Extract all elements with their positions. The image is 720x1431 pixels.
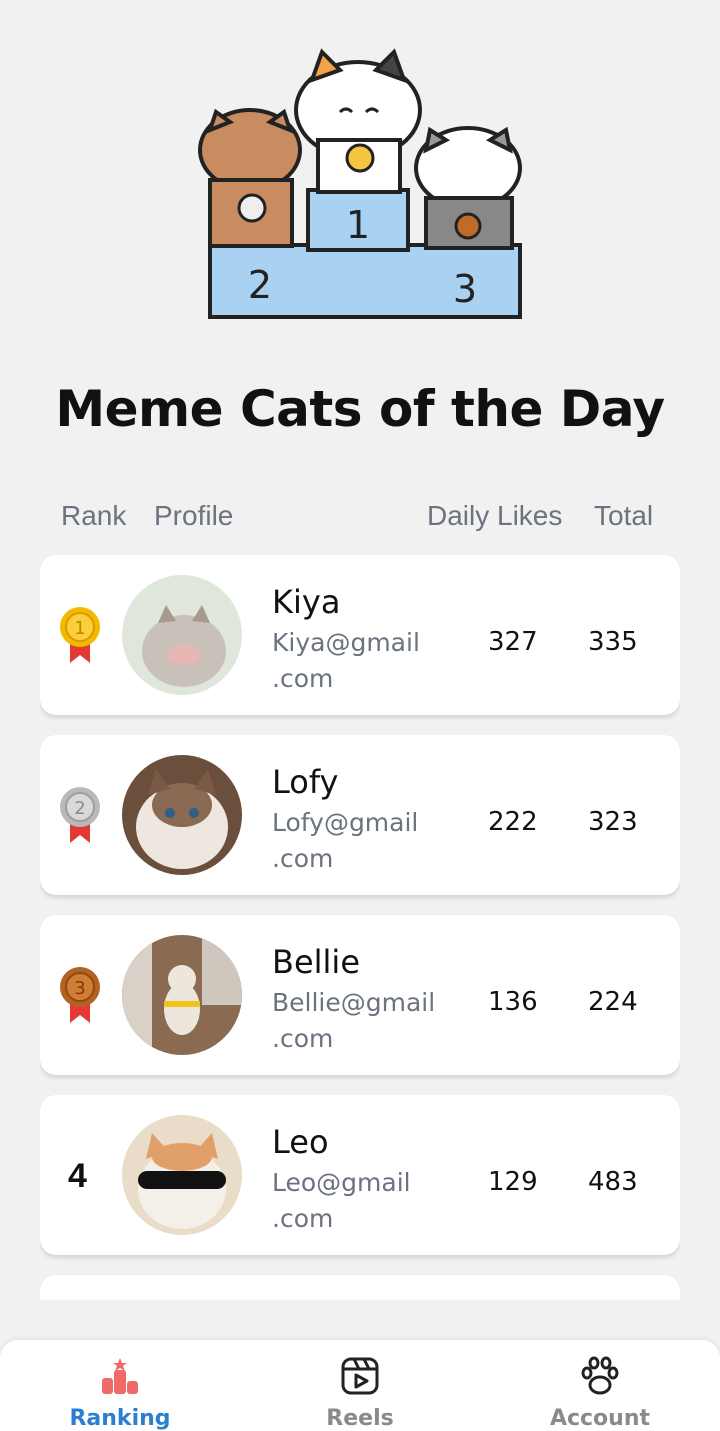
column-header-profile: Profile (154, 500, 234, 531)
ranking-row[interactable]: 4 Leo Leo@gmail .com 129 483 (40, 1095, 680, 1255)
gold-medal-icon: 1 (60, 607, 100, 663)
email-domain: .com (272, 1024, 334, 1053)
avatar[interactable] (122, 575, 242, 695)
nav-account-label: Account (549, 1406, 651, 1431)
bottom-navigation: Ranking Reels Account (0, 1340, 720, 1431)
daily-likes-value: 136 (488, 987, 538, 1017)
avatar[interactable] (122, 935, 242, 1055)
total-value: 224 (588, 987, 638, 1017)
medal-rank-label: 1 (74, 618, 85, 639)
svg-text:2: 2 (248, 263, 272, 307)
ranking-row[interactable]: 1 Kiya Kiya@gmail .com 327 335 (40, 555, 680, 715)
nav-ranking-label: Ranking (69, 1406, 171, 1431)
avatar[interactable] (122, 1115, 242, 1235)
email-user: Kiya@gmail (272, 628, 420, 657)
total-value: 335 (588, 627, 638, 657)
bronze-medal-icon: 3 (60, 967, 100, 1023)
avatar[interactable] (122, 755, 242, 875)
medal-rank-label: 3 (74, 978, 85, 999)
nav-ranking[interactable]: Ranking (30, 1340, 210, 1431)
reels-icon (341, 1357, 379, 1395)
email-user: Lofy@gmail (272, 808, 419, 837)
email-user: Bellie@gmail (272, 988, 436, 1017)
email-user: Leo@gmail (272, 1168, 411, 1197)
email-domain: .com (272, 664, 334, 693)
ranking-row-partial[interactable] (40, 1275, 680, 1300)
podium-icon (102, 1358, 138, 1394)
podium-cats-illustration: 1 2 3 (198, 48, 522, 319)
nav-account[interactable]: Account (510, 1340, 690, 1431)
ranking-row[interactable]: 3 Bellie Bellie@gmail .com 136 224 (40, 915, 680, 1075)
svg-text:3: 3 (453, 267, 477, 311)
profile-email: Leo@gmail .com (272, 1165, 462, 1237)
profile-name: Lofy (272, 763, 339, 801)
silver-medal-icon: 2 (60, 787, 100, 843)
column-header-rank: Rank (61, 500, 127, 531)
daily-likes-value: 222 (488, 807, 538, 837)
profile-email: Bellie@gmail .com (272, 985, 462, 1057)
ranking-row[interactable]: 2 Lofy Lofy@gmail .com 222 323 (40, 735, 680, 895)
svg-text:1: 1 (346, 203, 370, 247)
total-value: 323 (588, 807, 638, 837)
column-header-daily-likes: Daily Likes (427, 500, 563, 531)
daily-likes-value: 129 (488, 1167, 538, 1197)
column-headers: Rank Profile Daily Likes Total (0, 500, 720, 536)
avatar-partial (122, 1295, 242, 1300)
nav-reels[interactable]: Reels (270, 1340, 450, 1431)
total-value: 483 (588, 1167, 638, 1197)
profile-email: Kiya@gmail .com (272, 625, 462, 697)
profile-name: Bellie (272, 943, 360, 981)
ranking-list[interactable]: 1 Kiya Kiya@gmail .com 327 335 2 Lofy Lo… (40, 555, 680, 1300)
nav-reels-label: Reels (326, 1406, 394, 1431)
paw-icon (581, 1356, 619, 1395)
profile-email: Lofy@gmail .com (272, 805, 462, 877)
daily-likes-value: 327 (488, 627, 538, 657)
email-domain: .com (272, 844, 334, 873)
profile-name: Kiya (272, 583, 341, 621)
medal-rank-label: 2 (74, 798, 85, 819)
email-domain: .com (272, 1204, 334, 1233)
column-header-total: Total (594, 500, 654, 531)
page-title: Meme Cats of the Day (55, 380, 665, 438)
rank-number: 4 (68, 1157, 87, 1195)
app: 1 2 3 Meme Cats of the Day Rank Profile … (0, 0, 720, 1431)
profile-name: Leo (272, 1123, 329, 1161)
